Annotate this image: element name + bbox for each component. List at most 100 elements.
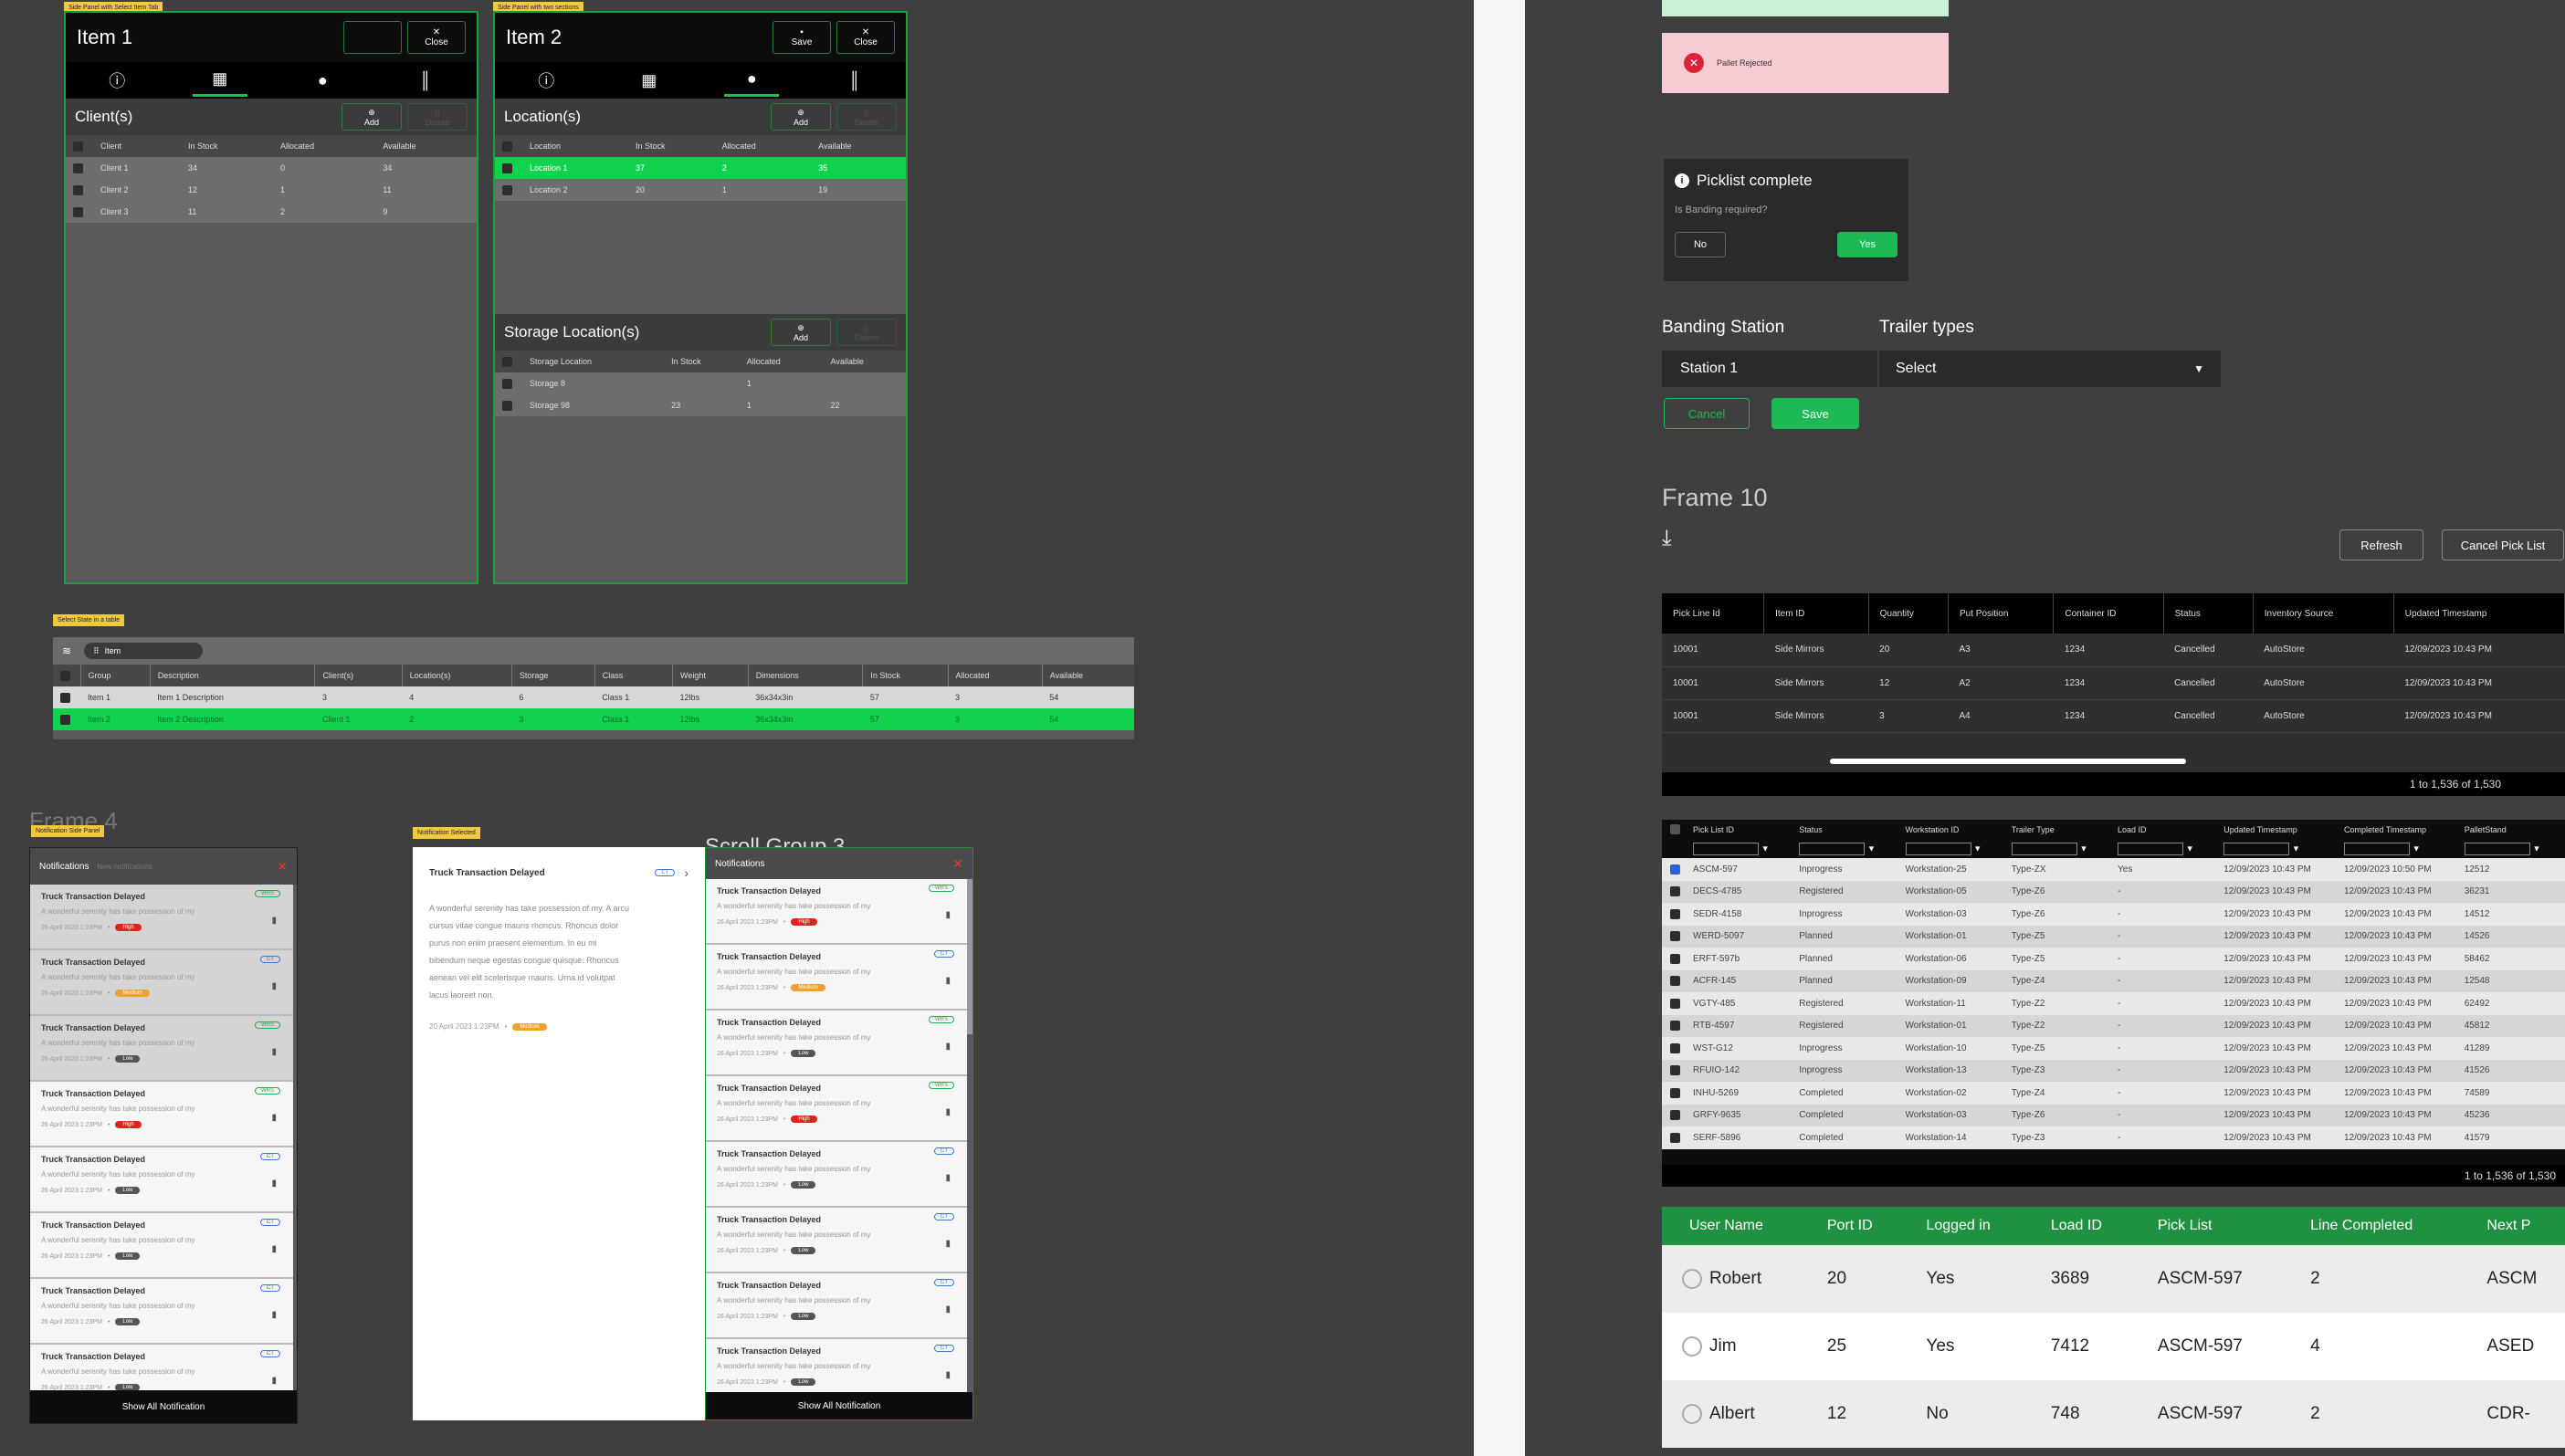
filter-input[interactable] (2118, 843, 2183, 855)
row-checkbox[interactable] (502, 162, 512, 173)
table-row[interactable]: INHU-5269 Completed Workstation-02 Type-Z4-… (1662, 1082, 2565, 1105)
trash-icon[interactable]: ▮ (945, 976, 951, 986)
column-header[interactable]: Port ID (1799, 1207, 1899, 1245)
row-checkbox[interactable] (502, 400, 512, 411)
table-row[interactable]: Storage 98 23 1 22 (495, 394, 906, 416)
column-header[interactable]: Completed Timestamp (2338, 820, 2459, 840)
table-row[interactable]: Robert 20 Yes 3689 ASCM-597 2 ASCM (1662, 1245, 2565, 1313)
table-row[interactable]: VGTY-485 Registered Workstation-11 Type-Z2-… (1662, 992, 2565, 1015)
trash-icon[interactable]: ▮ (271, 916, 277, 926)
notification-card[interactable]: Truck Transaction Delayed A wonderful se… (30, 1082, 293, 1147)
info-icon[interactable]: ⓘ (89, 63, 144, 98)
building-icon[interactable]: ▦ (622, 66, 677, 96)
column-header[interactable]: In Stock (862, 665, 949, 686)
row-checkbox[interactable] (60, 692, 70, 703)
row-checkbox[interactable] (502, 378, 512, 389)
trash-icon[interactable]: ▮ (271, 1113, 277, 1123)
filter-icon[interactable]: ▼ (2532, 844, 2540, 854)
table-row[interactable]: 10001 Side Mirrors 12 A2 1234 Cancelled AutoSt… (1662, 666, 2565, 700)
column-header[interactable]: Available (375, 135, 477, 157)
trash-icon[interactable]: ▮ (271, 1178, 277, 1189)
column-header[interactable]: Quantity (1868, 593, 1950, 634)
table-row[interactable]: Location 2 20 1 19 (495, 179, 906, 201)
filter-input[interactable] (1693, 843, 1759, 855)
column-header[interactable]: Updated Timestamp (2218, 820, 2339, 840)
table-row[interactable]: ASCM-597 Inprogress Workstation-25 Type-ZX Y… (1662, 858, 2565, 881)
column-header[interactable]: Load ID (2112, 820, 2219, 840)
column-header[interactable]: Status (2163, 593, 2254, 634)
table-row[interactable]: 10001 Side Mirrors 20 A3 1234 Cancelled AutoSt… (1662, 634, 2565, 667)
column-header[interactable]: Storage Location (522, 351, 665, 372)
trash-icon[interactable]: ▮ (945, 910, 951, 920)
row-checkbox[interactable] (1669, 864, 1680, 875)
column-header[interactable]: Available (1041, 665, 1134, 686)
column-header[interactable]: Put Position (1948, 593, 2055, 634)
column-header[interactable]: Storage (510, 665, 595, 686)
refresh-button[interactable]: Refresh (2339, 529, 2423, 560)
column-header[interactable]: Description (149, 665, 315, 686)
column-header[interactable]: Item ID (1763, 593, 1869, 634)
column-header[interactable]: Container ID (2053, 593, 2164, 634)
column-header[interactable]: Dimensions (747, 665, 863, 686)
close-button[interactable]: ✕ Close (836, 21, 895, 54)
chevron-right-icon[interactable]: › (684, 865, 689, 880)
column-header[interactable]: Client (93, 135, 182, 157)
delete-button[interactable]: ▯ Delete (836, 319, 897, 346)
column-header[interactable]: Available (811, 135, 906, 157)
barcode-icon[interactable]: ║ (398, 66, 453, 96)
column-header[interactable]: Allocated (714, 135, 812, 157)
column-header[interactable]: Workstation ID (1899, 820, 2006, 840)
table-row[interactable]: Client 1 34 0 34 (66, 157, 477, 179)
trailer-select[interactable]: Select ▼ (1879, 351, 2221, 387)
table-row[interactable]: Jim 25 Yes 7412 ASCM-597 4 ASED (1662, 1313, 2565, 1380)
cancel-pick-list-button[interactable]: Cancel Pick List (2442, 529, 2564, 560)
filter-input[interactable] (1799, 843, 1866, 855)
trash-icon[interactable]: ▮ (945, 1304, 951, 1315)
column-header[interactable]: Weight (672, 665, 749, 686)
filter-icon[interactable]: ▼ (2080, 844, 2088, 854)
column-header[interactable]: In Stock (664, 351, 740, 372)
row-checkbox[interactable] (1669, 886, 1680, 897)
delete-button[interactable]: ▯ Delete (836, 103, 897, 131)
show-all-button[interactable]: Show All Notification (706, 1392, 972, 1419)
trash-icon[interactable]: ▮ (945, 1173, 951, 1183)
close-icon[interactable]: ✕ (952, 856, 963, 872)
select-all-checkbox[interactable] (60, 670, 70, 681)
barcode-icon[interactable]: ║ (827, 66, 882, 96)
column-header[interactable]: Allocated (273, 135, 376, 157)
notification-card[interactable]: Truck Transaction Delayed A wonderful se… (30, 1016, 293, 1082)
scrollbar[interactable] (967, 879, 972, 1034)
filter-icon[interactable]: ▼ (1761, 844, 1770, 854)
notification-card[interactable]: Truck Transaction Delayed A wonderful se… (30, 1279, 293, 1345)
table-row[interactable]: SEDR-4158 Inprogress Workstation-03 Type-Z6… (1662, 903, 2565, 926)
row-checkbox[interactable] (60, 714, 70, 725)
filter-input[interactable] (2343, 843, 2410, 855)
table-row[interactable]: Location 1 37 2 35 (495, 157, 906, 179)
row-checkbox[interactable] (1669, 1021, 1680, 1032)
filter-icon[interactable]: ▼ (2186, 844, 2194, 854)
filter-icon[interactable]: ▼ (1867, 844, 1876, 854)
column-header[interactable]: Allocated (947, 665, 1043, 686)
save-button[interactable]: ▪ Save (773, 21, 831, 54)
notification-card[interactable]: Truck Transaction Delayed A wonderful se… (706, 945, 967, 1011)
notification-card[interactable]: Truck Transaction Delayed A wonderful se… (706, 1011, 967, 1076)
filter-icon[interactable]: ▼ (2292, 844, 2300, 854)
trash-icon[interactable]: ▮ (945, 1042, 951, 1052)
table-row[interactable]: RFUIO-142 Inprogress Workstation-13 Type-Z3… (1662, 1059, 2565, 1082)
trash-icon[interactable]: ▮ (271, 981, 277, 991)
column-header[interactable]: Load ID (2023, 1207, 2130, 1245)
row-checkbox[interactable] (502, 184, 512, 195)
table-row[interactable]: DECS-4785 Registered Workstation-05 Type-Z6… (1662, 880, 2565, 903)
select-all-checkbox[interactable] (1669, 824, 1680, 835)
column-header[interactable]: Location (522, 135, 628, 157)
filter-input[interactable] (2223, 843, 2290, 855)
column-header[interactable]: Client(s) (314, 665, 403, 686)
close-icon[interactable]: ✕ (277, 859, 288, 875)
add-button[interactable]: ⊕ Add (342, 103, 402, 131)
column-header[interactable]: Updated Timestamp (2393, 593, 2565, 634)
row-checkbox[interactable] (1669, 1110, 1680, 1121)
horizontal-scrollbar[interactable] (1830, 759, 2186, 764)
yes-button[interactable]: Yes (1837, 232, 1897, 257)
notification-card[interactable]: Truck Transaction Delayed A wonderful se… (706, 1273, 967, 1339)
close-button[interactable]: ✕ Close (407, 21, 466, 54)
